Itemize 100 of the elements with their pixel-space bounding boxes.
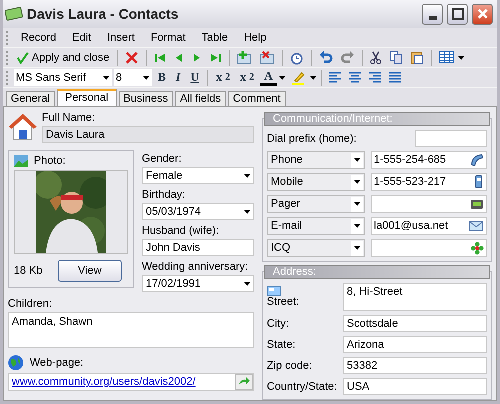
envelope-icon[interactable]	[469, 220, 484, 232]
caret-icon[interactable]	[354, 158, 360, 162]
file-size: 18 Kb	[14, 265, 43, 277]
caret-icon[interactable]	[354, 180, 360, 184]
maximize-icon	[452, 8, 464, 20]
input-field[interactable]: John Davis	[142, 239, 254, 256]
field-label: Photo:	[34, 155, 66, 167]
justify-icon	[389, 72, 402, 83]
text-area[interactable]: Amanda, Shawn	[8, 312, 254, 348]
menu-item[interactable]: Insert	[100, 32, 142, 44]
caret-icon[interactable]	[244, 174, 250, 178]
font-color-button[interactable]: A	[260, 69, 278, 86]
caret-icon[interactable]	[310, 76, 318, 80]
address-card-icon	[267, 286, 281, 296]
menu-item[interactable]: Table	[194, 32, 236, 44]
check-icon	[17, 52, 29, 64]
redo-icon	[340, 50, 355, 64]
go-button[interactable]	[235, 374, 253, 390]
field-label: Wedding anniversary:	[142, 261, 250, 273]
dropdown[interactable]: 05/03/1974	[142, 203, 254, 220]
dropdown[interactable]: Phone	[267, 151, 365, 169]
right-arrow-icon	[192, 52, 202, 64]
bold-button[interactable]: B	[154, 68, 170, 86]
tab[interactable]: Business	[118, 91, 174, 106]
field-label: Full Name:	[42, 112, 96, 124]
left-arrow-icon	[174, 52, 184, 64]
field-label: State:	[267, 338, 297, 350]
field-label: Husband (wife):	[142, 225, 220, 237]
cross-icon	[124, 50, 139, 64]
tab[interactable]: Personal	[57, 89, 117, 106]
caret-icon	[458, 56, 465, 60]
dropdown[interactable]: ICQ	[267, 239, 365, 257]
house-icon	[8, 112, 38, 142]
dropdown[interactable]: Pager	[267, 195, 365, 213]
field-label: Country/State:	[267, 380, 338, 392]
input-field[interactable]: 1-555-523-217	[371, 173, 487, 191]
image-icon	[14, 155, 28, 167]
align-left-icon	[329, 72, 342, 83]
field-label: Web-page:	[30, 357, 84, 369]
web-link[interactable]: www.community.org/users/davis2002/	[12, 376, 196, 388]
maximize-button[interactable]	[447, 4, 468, 24]
view-button[interactable]: View	[58, 260, 122, 282]
minimize-button[interactable]	[422, 4, 443, 24]
copy-icon	[390, 50, 403, 64]
input-field[interactable]	[371, 239, 487, 257]
dropdown[interactable]: Female	[142, 167, 254, 184]
remove-card-icon	[260, 50, 275, 64]
phone-icon[interactable]	[470, 153, 484, 167]
italic-button[interactable]: I	[172, 68, 185, 86]
group-title: Address:	[264, 265, 490, 279]
apply-and-close-button[interactable]: Apply and close	[14, 48, 113, 66]
close-icon	[476, 8, 488, 20]
align-right-icon	[369, 72, 382, 83]
caret-icon[interactable]	[354, 246, 360, 250]
arrow-icon	[238, 377, 250, 387]
input-field[interactable]: www.community.org/users/davis2002/	[8, 373, 254, 391]
caret-icon[interactable]	[354, 224, 360, 228]
menu-item[interactable]: Record	[14, 32, 64, 44]
tab[interactable]: All fields	[175, 91, 226, 106]
pager-icon[interactable]	[470, 198, 484, 210]
menu-item[interactable]: Help	[237, 32, 274, 44]
caret-icon[interactable]	[102, 76, 110, 80]
input-field[interactable]: 1-555-254-685	[371, 151, 487, 169]
input-field[interactable]: Scottsdale	[343, 315, 487, 332]
flower-icon[interactable]	[471, 242, 484, 254]
close-button[interactable]	[472, 4, 493, 24]
add-card-icon	[236, 50, 252, 64]
caret-icon[interactable]	[354, 202, 360, 206]
highlighter-icon	[291, 70, 306, 84]
caret-icon[interactable]	[244, 210, 250, 214]
field-label: Birthday:	[142, 189, 186, 201]
font-size-dropdown[interactable]: 8	[114, 69, 152, 86]
tab[interactable]: General	[6, 91, 56, 106]
input-field[interactable]	[415, 130, 487, 147]
field-label: Dial prefix (home):	[267, 132, 357, 144]
input-field[interactable]	[371, 195, 487, 213]
input-field[interactable]: la001@usa.net	[371, 217, 487, 235]
text-area[interactable]: 8, Hi-Street	[343, 283, 487, 311]
input-field[interactable]: USA	[343, 378, 487, 395]
menu-item[interactable]: Format	[144, 32, 193, 44]
field-label: Children:	[8, 298, 54, 310]
caret-icon[interactable]	[244, 282, 250, 286]
input-field[interactable]: Arizona	[343, 336, 487, 353]
underline-button[interactable]: U	[186, 68, 204, 86]
table-icon	[438, 51, 455, 64]
menu-item[interactable]: Edit	[65, 32, 98, 44]
dropdown[interactable]: Mobile	[267, 173, 365, 191]
dropdown[interactable]: 17/02/1991	[142, 275, 254, 292]
caret-icon[interactable]	[142, 76, 150, 80]
dropdown[interactable]: E-mail	[267, 217, 365, 235]
minimize-icon	[428, 16, 436, 20]
window-title: Davis Laura - Contacts	[27, 6, 180, 22]
paste-icon	[410, 50, 424, 64]
group-title: Communication/Internet:	[264, 112, 490, 126]
mobile-phone-icon[interactable]	[474, 175, 484, 189]
tab[interactable]: Comment	[228, 91, 286, 106]
caret-icon[interactable]	[279, 76, 286, 80]
full-name-field[interactable]: Davis Laura	[42, 126, 254, 143]
input-field[interactable]: 53382	[343, 357, 487, 374]
font-dropdown[interactable]: MS Sans Serif	[14, 69, 112, 86]
